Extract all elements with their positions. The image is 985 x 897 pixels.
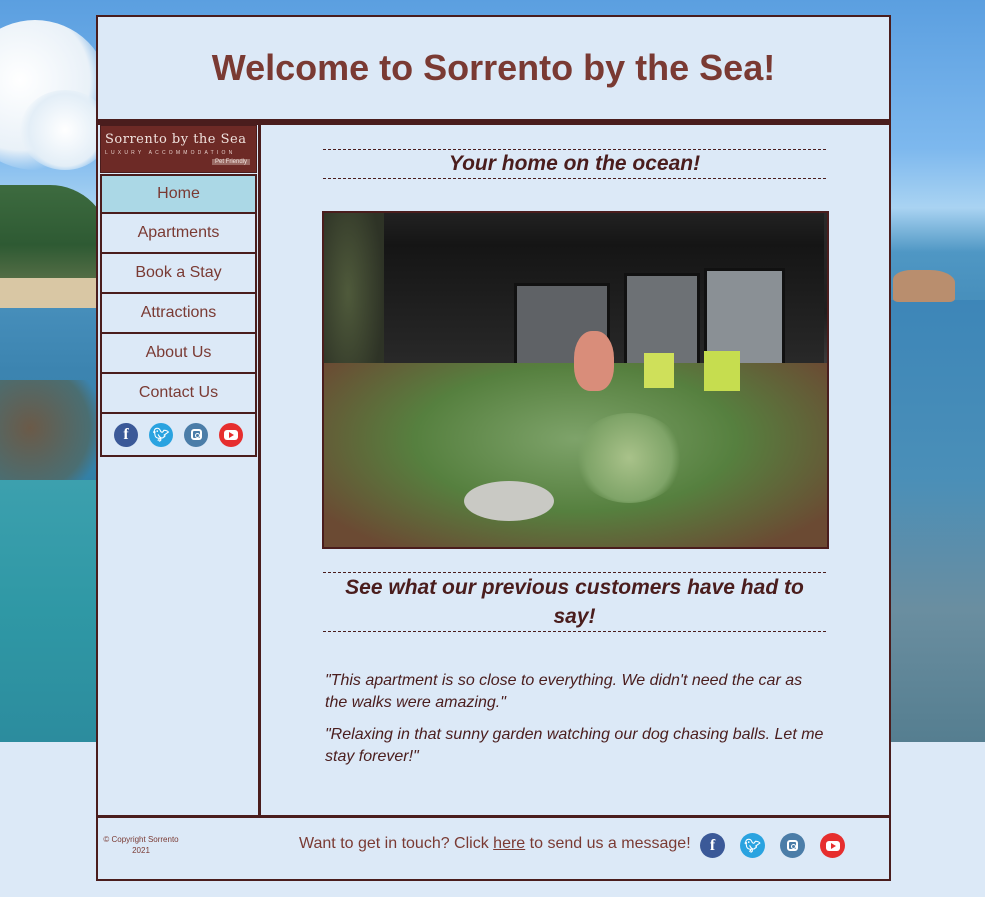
page-footer: © Copyright Sorrento 2021 Want to get in… [98,815,889,882]
main-content: Your home on the ocean! See what our pre… [261,125,889,815]
facebook-icon[interactable]: f [700,833,725,858]
youtube-icon[interactable] [820,833,845,858]
sidebar-social-links: f 🐦︎ [100,414,257,457]
copyright-notice: © Copyright Sorrento 2021 [103,835,179,855]
nav-item-about-us[interactable]: About Us [100,334,257,374]
instagram-icon[interactable] [184,422,208,447]
section-heading-reviews: See what our previous customers have had… [323,572,826,632]
page-header: Welcome to Sorrento by the Sea! [98,17,889,125]
logo-tagline: LUXURY ACCOMMODATION [105,150,236,156]
nav-item-apartments[interactable]: Apartments [100,214,257,254]
contact-link[interactable]: here [493,835,525,852]
testimonial-quote: "Relaxing in that sunny garden watching … [325,726,824,765]
main-nav: Home Apartments Book a Stay Attractions … [100,174,257,457]
logo-badge: Pet Friendly [211,159,250,165]
facebook-icon[interactable]: f [114,422,138,447]
testimonials: "This apartment is so close to everythin… [325,670,825,778]
nav-item-contact-us[interactable]: Contact Us [100,374,257,414]
section-heading-home: Your home on the ocean! [323,149,826,179]
page-frame: Welcome to Sorrento by the Sea! Sorrento… [96,15,891,881]
twitter-icon[interactable]: 🐦︎ [149,422,173,447]
instagram-icon[interactable] [780,833,805,858]
apartment-photo [322,211,829,549]
nav-item-book-a-stay[interactable]: Book a Stay [100,254,257,294]
nav-item-home[interactable]: Home [100,174,257,214]
sidebar: Sorrento by the Sea LUXURY ACCOMMODATION… [98,125,261,815]
site-logo[interactable]: Sorrento by the Sea LUXURY ACCOMMODATION… [100,125,257,173]
twitter-icon[interactable]: 🐦︎ [740,833,765,858]
page-title: Welcome to Sorrento by the Sea! [211,47,776,88]
youtube-icon[interactable] [219,422,243,447]
contact-prompt: Want to get in touch? Click here to send… [299,835,691,852]
nav-item-attractions[interactable]: Attractions [100,294,257,334]
testimonial-quote: "This apartment is so close to everythin… [325,672,803,711]
footer-social-links: f 🐦︎ [700,833,845,858]
logo-name: Sorrento by the Sea [105,132,247,147]
